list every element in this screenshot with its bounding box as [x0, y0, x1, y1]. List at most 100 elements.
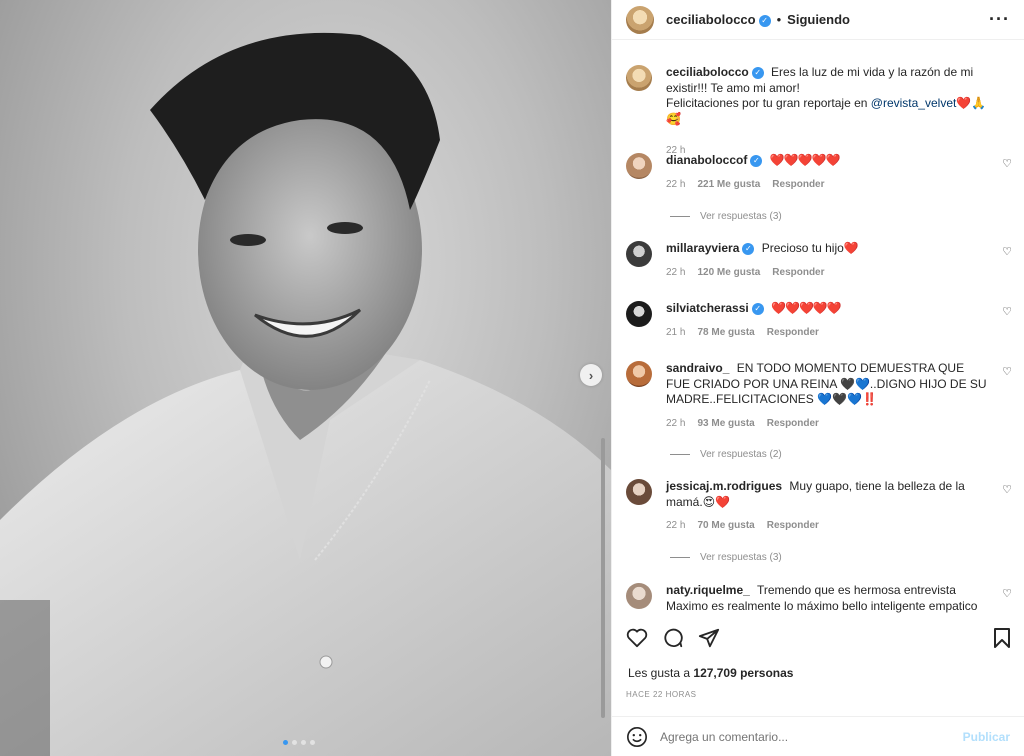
mention-link[interactable]: @revista_velvet: [871, 96, 957, 110]
verified-icon: ✓: [742, 242, 755, 255]
likes-number[interactable]: 127,709 personas: [693, 666, 793, 680]
scrollbar-thumb[interactable]: [601, 438, 605, 718]
avatar[interactable]: [626, 301, 652, 327]
view-replies-button[interactable]: Ver respuestas (2): [670, 449, 782, 460]
emoji-icon[interactable]: [626, 726, 648, 748]
verified-icon: ✓: [750, 154, 763, 167]
comment-item: naty.riquelme_ Tremendo que es hermosa e…: [626, 583, 1012, 615]
comment-time[interactable]: 21 h: [666, 327, 685, 338]
view-replies-label[interactable]: Ver respuestas (2): [700, 449, 782, 460]
comment-username[interactable]: silviatcherassi ✓: [666, 301, 764, 315]
reply-button[interactable]: Responder: [767, 418, 819, 429]
verified-icon: ✓: [751, 302, 764, 315]
comment-time[interactable]: 22 h: [666, 520, 685, 531]
likes-count[interactable]: Les gusta a 127,709 personas: [628, 666, 793, 680]
comment-like-icon[interactable]: ♡: [1002, 157, 1012, 170]
replies-line: [670, 454, 690, 455]
comment-text: ❤️❤️❤️❤️❤️: [769, 153, 841, 167]
comment-text: ❤️❤️❤️❤️❤️: [771, 301, 842, 315]
comment-text: Precioso tu hijo❤️: [761, 241, 859, 255]
comment-time[interactable]: 22 h: [666, 179, 685, 190]
comment-body: naty.riquelme_ Tremendo que es hermosa e…: [666, 583, 991, 615]
post-side-panel: ceciliabolocco ✓ • Siguiendo ··· ceciliab…: [611, 0, 1024, 756]
view-replies-button[interactable]: Ver respuestas (3): [670, 552, 782, 563]
comment-likes[interactable]: 221 Me gusta: [697, 179, 760, 190]
carousel-dot: [301, 740, 306, 745]
header-username[interactable]: ceciliabolocco ✓: [666, 12, 771, 27]
header-username-text[interactable]: ceciliabolocco: [666, 12, 756, 27]
caption-username[interactable]: ceciliabolocco ✓: [666, 65, 764, 79]
caption: ceciliabolocco ✓ Eres la luz de mi vida y…: [626, 65, 1010, 156]
comment-like-icon[interactable]: ♡: [1002, 365, 1012, 378]
avatar[interactable]: [626, 153, 652, 179]
follow-status-button[interactable]: Siguiendo: [787, 12, 850, 27]
share-icon[interactable]: [698, 627, 720, 649]
comment-username[interactable]: jessicaj.m.rodrigues: [666, 479, 782, 493]
reply-button[interactable]: Responder: [767, 327, 819, 338]
comments-list[interactable]: ceciliabolocco ✓ Eres la luz de mi vida y…: [612, 41, 1024, 615]
comment-body: dianaboloccof ✓ ❤️❤️❤️❤️❤️: [666, 153, 991, 169]
caption-text-2: Felicitaciones por tu gran reportaje en: [666, 96, 871, 110]
comment-username[interactable]: millarayviera ✓: [666, 241, 755, 255]
avatar[interactable]: [626, 65, 652, 91]
comment-item: dianaboloccof ✓ ❤️❤️❤️❤️❤️ 22 h 221 Me gu…: [626, 153, 1012, 190]
comment-likes[interactable]: 70 Me gusta: [697, 520, 754, 531]
reply-button[interactable]: Responder: [772, 179, 824, 190]
comment-icon[interactable]: [662, 627, 684, 649]
comment-username-text[interactable]: millarayviera: [666, 241, 739, 255]
comment-like-icon[interactable]: ♡: [1002, 245, 1012, 258]
comment-like-icon[interactable]: ♡: [1002, 587, 1012, 600]
post-timestamp[interactable]: HACE 22 HORAS: [626, 690, 697, 699]
comment-username[interactable]: sandraivo_: [666, 361, 729, 375]
add-comment-bar: Publicar: [612, 716, 1024, 756]
caption-body: ceciliabolocco ✓ Eres la luz de mi vida y…: [666, 65, 991, 127]
comment-item: silviatcherassi ✓ ❤️❤️❤️❤️❤️ 21 h 78 Me g…: [626, 301, 1012, 338]
comment-meta: 21 h 78 Me gusta Responder: [666, 327, 1010, 338]
comment-item: sandraivo_ EN TODO MOMENTO DEMUESTRA QUE…: [626, 361, 1012, 429]
comment-time[interactable]: 22 h: [666, 418, 685, 429]
view-replies-button[interactable]: Ver respuestas (3): [670, 211, 782, 222]
avatar[interactable]: [626, 5, 654, 34]
reply-button[interactable]: Responder: [767, 520, 819, 531]
comment-body: sandraivo_ EN TODO MOMENTO DEMUESTRA QUE…: [666, 361, 991, 408]
likes-prefix: Les gusta a: [628, 666, 694, 680]
avatar[interactable]: [626, 479, 652, 505]
more-options-icon[interactable]: ···: [989, 9, 1010, 30]
comment-meta: 22 h 120 Me gusta Responder: [666, 267, 1010, 278]
verified-icon: ✓: [751, 66, 764, 79]
carousel-dot: [292, 740, 297, 745]
comment-time[interactable]: 22 h: [666, 267, 685, 278]
comment-like-icon[interactable]: ♡: [1002, 305, 1012, 318]
comment-likes[interactable]: 120 Me gusta: [697, 267, 760, 278]
comment-username[interactable]: dianaboloccof ✓: [666, 153, 763, 167]
comment-meta: 22 h 70 Me gusta Responder: [666, 520, 1010, 531]
comment-like-icon[interactable]: ♡: [1002, 483, 1012, 496]
avatar[interactable]: [626, 361, 652, 387]
view-replies-label[interactable]: Ver respuestas (3): [700, 211, 782, 222]
reply-button[interactable]: Responder: [772, 267, 824, 278]
avatar[interactable]: [626, 583, 652, 609]
replies-line: [670, 557, 690, 558]
verified-icon: ✓: [758, 14, 771, 27]
comment-username[interactable]: naty.riquelme_: [666, 583, 750, 597]
bookmark-icon[interactable]: [993, 627, 1011, 649]
next-photo-button[interactable]: ›: [580, 364, 602, 386]
view-replies-label[interactable]: Ver respuestas (3): [700, 552, 782, 563]
post-photo[interactable]: ›: [0, 0, 611, 756]
header-separator: •: [776, 12, 782, 27]
publish-button[interactable]: Publicar: [963, 730, 1010, 744]
caption-username-text[interactable]: ceciliabolocco: [666, 65, 749, 79]
comment-input[interactable]: [660, 729, 963, 744]
replies-line: [670, 216, 690, 217]
comment-username-text[interactable]: silviatcherassi: [666, 301, 749, 315]
post-actions: [626, 626, 1011, 650]
carousel-indicator: [283, 740, 315, 745]
heart-icon[interactable]: [626, 628, 648, 648]
comment-item: millarayviera ✓ Precioso tu hijo❤️ 22 h 1…: [626, 241, 1012, 278]
comment-body: millarayviera ✓ Precioso tu hijo❤️: [666, 241, 991, 257]
comment-body: silviatcherassi ✓ ❤️❤️❤️❤️❤️: [666, 301, 991, 317]
comment-likes[interactable]: 78 Me gusta: [697, 327, 754, 338]
comment-username-text[interactable]: dianaboloccof: [666, 153, 747, 167]
avatar[interactable]: [626, 241, 652, 267]
comment-likes[interactable]: 93 Me gusta: [697, 418, 754, 429]
